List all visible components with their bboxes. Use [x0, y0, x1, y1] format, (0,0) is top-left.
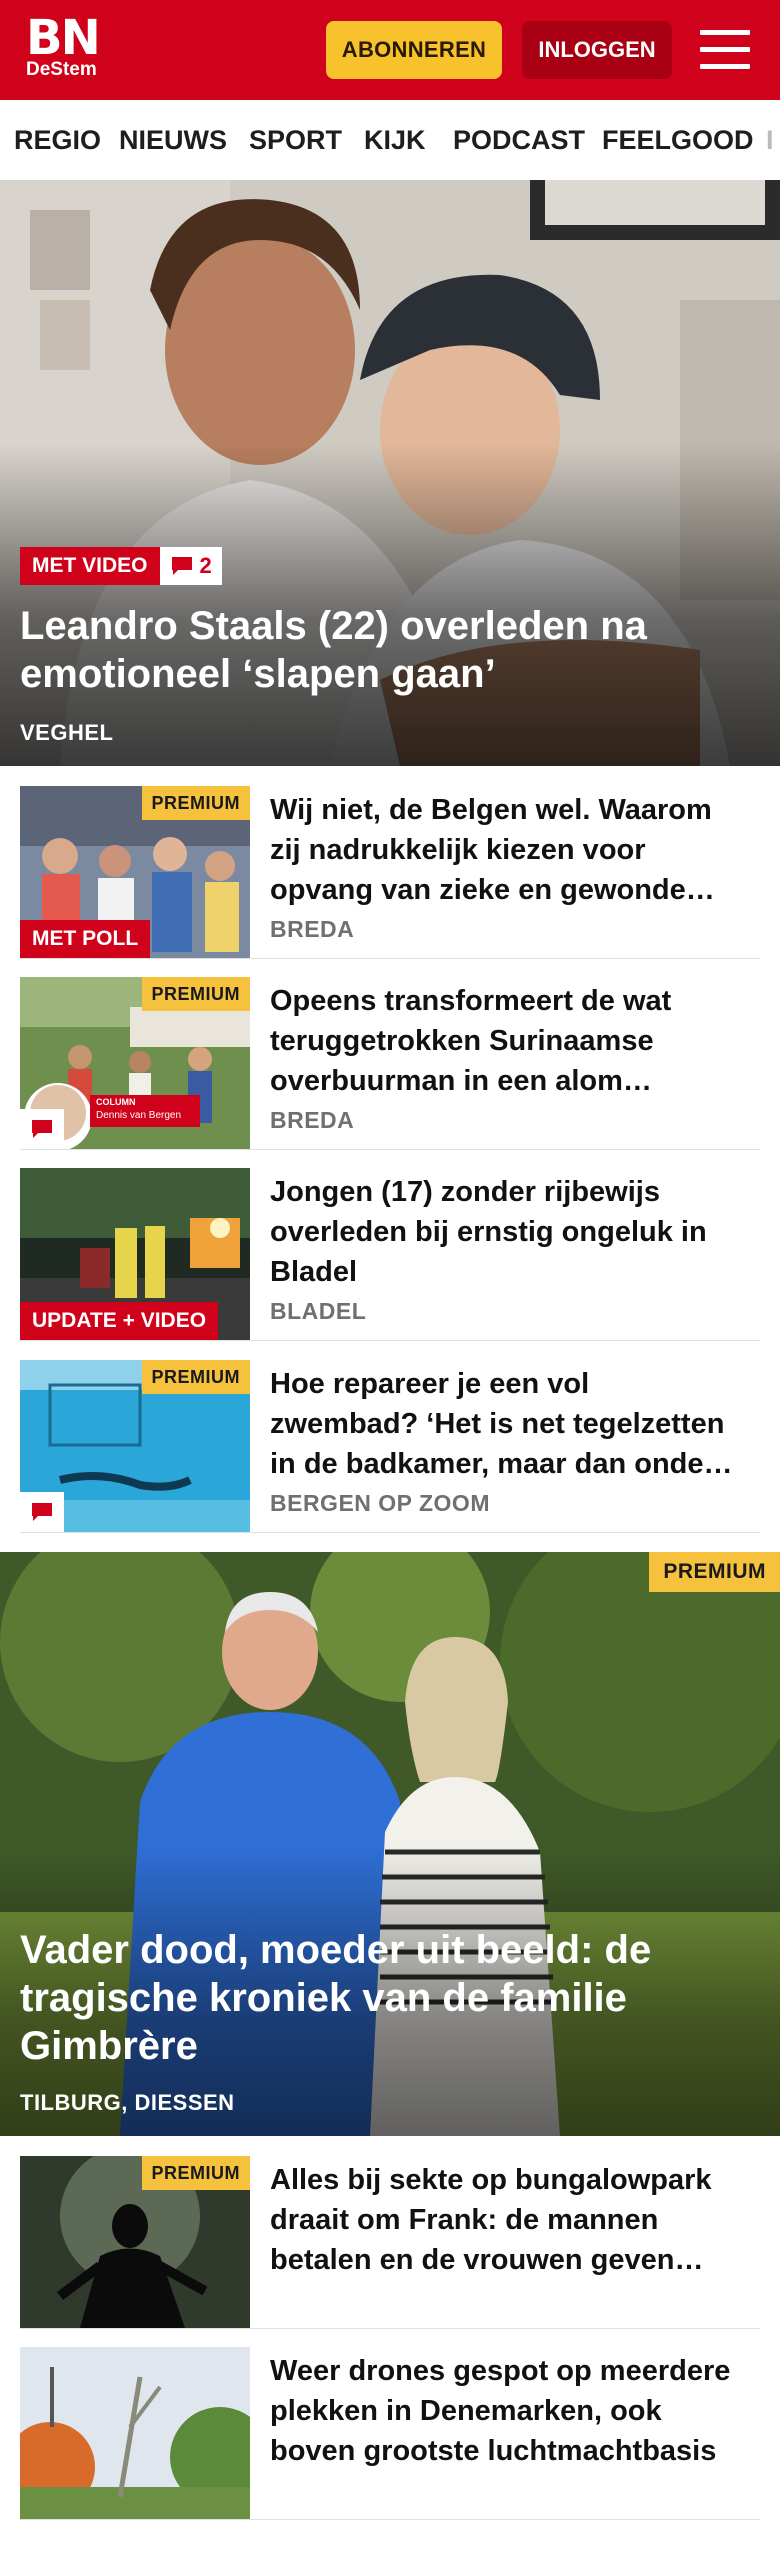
- article-thumbnail: PREMIUM: [20, 1360, 250, 1532]
- hero-badges: MET VIDEO 2: [20, 547, 222, 585]
- comment-count-badge[interactable]: 2: [159, 547, 222, 585]
- site-logo[interactable]: BN DeStem: [26, 10, 101, 80]
- article-headline[interactable]: Alles bij sekte op bungalowpark draait o…: [270, 2160, 740, 2280]
- article-headline[interactable]: Hoe repareer je een vol zwembad? ‘Het is…: [270, 1364, 740, 1484]
- hamburger-menu-icon[interactable]: [700, 26, 752, 74]
- comment-count: 2: [199, 553, 212, 578]
- article-thumbnail: PREMIUM: [20, 2156, 250, 2328]
- premium-badge: PREMIUM: [141, 1360, 250, 1394]
- column-author: Dennis van Bergen: [96, 1110, 182, 1121]
- nav-item-podcast[interactable]: PODCAST: [453, 100, 585, 180]
- comment-indicator[interactable]: [20, 1492, 64, 1532]
- thumbnail-image: [20, 2347, 250, 2519]
- comment-icon: [171, 557, 192, 575]
- nav-item-overflow[interactable]: I: [766, 100, 774, 180]
- list-item[interactable]: UPDATE + VIDEO Jongen (17) zonder rijbew…: [20, 1168, 760, 1341]
- list-item[interactable]: Weer drones gespot op meerdere plekken i…: [20, 2347, 760, 2520]
- comment-indicator[interactable]: [20, 1109, 64, 1149]
- list-item[interactable]: PREMIUM COLUMN Dennis van Bergen Opeens …: [20, 977, 760, 1150]
- feature-location: TILBURG, DIESSEN: [20, 2090, 235, 2115]
- nav-item-kijk[interactable]: KIJK: [364, 100, 426, 180]
- article-headline[interactable]: Opeens transformeert de wat teruggetrokk…: [270, 981, 740, 1101]
- article-location: BREDA: [270, 916, 355, 942]
- nav-item-sport[interactable]: SPORT: [249, 100, 342, 180]
- article-headline[interactable]: Weer drones gespot op meerdere plekken i…: [270, 2351, 740, 2471]
- article-location: BLADEL: [270, 1298, 367, 1324]
- hero-location: VEGHEL: [20, 720, 114, 745]
- poll-badge: MET POLL: [20, 920, 151, 958]
- section-nav: REGIO NIEUWS SPORT KIJK PODCAST FEELGOOD…: [0, 100, 780, 181]
- article-location: BREDA: [270, 1107, 355, 1133]
- article-thumbnail: [20, 2347, 250, 2519]
- hero-headline[interactable]: Leandro Staals (22) overleden na emotion…: [20, 602, 760, 698]
- article-location: BERGEN OP ZOOM: [270, 1490, 490, 1516]
- premium-badge: PREMIUM: [649, 1552, 780, 1592]
- list-item[interactable]: PREMIUM Alles bij sekte op bungalowpark …: [20, 2156, 760, 2329]
- login-button[interactable]: INLOGGEN: [522, 21, 672, 79]
- feature-headline[interactable]: Vader dood, moeder uit beeld: de tragisc…: [20, 1926, 760, 2070]
- logo-main-text: BN: [26, 10, 101, 66]
- subscribe-button[interactable]: ABONNEREN: [326, 21, 502, 79]
- premium-badge: PREMIUM: [141, 2156, 250, 2190]
- list-item[interactable]: PREMIUM Hoe repareer je een vol zwembad?…: [20, 1360, 760, 1533]
- update-video-badge: UPDATE + VIDEO: [20, 1302, 219, 1340]
- logo-sub-text: DeStem: [26, 59, 97, 80]
- site-header: BN DeStem ABONNEREN INLOGGEN: [0, 0, 780, 100]
- premium-badge: PREMIUM: [141, 786, 250, 820]
- nav-item-nieuws[interactable]: NIEUWS: [119, 100, 227, 180]
- article-headline[interactable]: Jongen (17) zonder rijbewijs overleden b…: [270, 1172, 740, 1292]
- feature-article[interactable]: PREMIUM Vader dood, moeder uit beeld: de…: [0, 1552, 780, 2136]
- article-thumbnail: PREMIUM MET POLL: [20, 786, 250, 958]
- column-label: COLUMN: [96, 1097, 136, 1107]
- article-thumbnail: UPDATE + VIDEO: [20, 1168, 250, 1340]
- article-thumbnail: PREMIUM COLUMN Dennis van Bergen: [20, 977, 250, 1149]
- nav-item-feelgood[interactable]: FEELGOOD: [602, 100, 754, 180]
- nav-item-regio[interactable]: REGIO: [14, 100, 101, 180]
- article-headline[interactable]: Wij niet, de Belgen wel. Waarom zij nadr…: [270, 790, 740, 910]
- comment-icon: [32, 1503, 52, 1521]
- comment-icon: [32, 1120, 52, 1138]
- hero-article[interactable]: MET VIDEO 2 Leandro Staals (22) overlede…: [0, 180, 780, 766]
- premium-badge: PREMIUM: [141, 977, 250, 1011]
- list-item[interactable]: PREMIUM MET POLL Wij niet, de Belgen wel…: [20, 786, 760, 959]
- video-badge: MET VIDEO: [20, 547, 160, 585]
